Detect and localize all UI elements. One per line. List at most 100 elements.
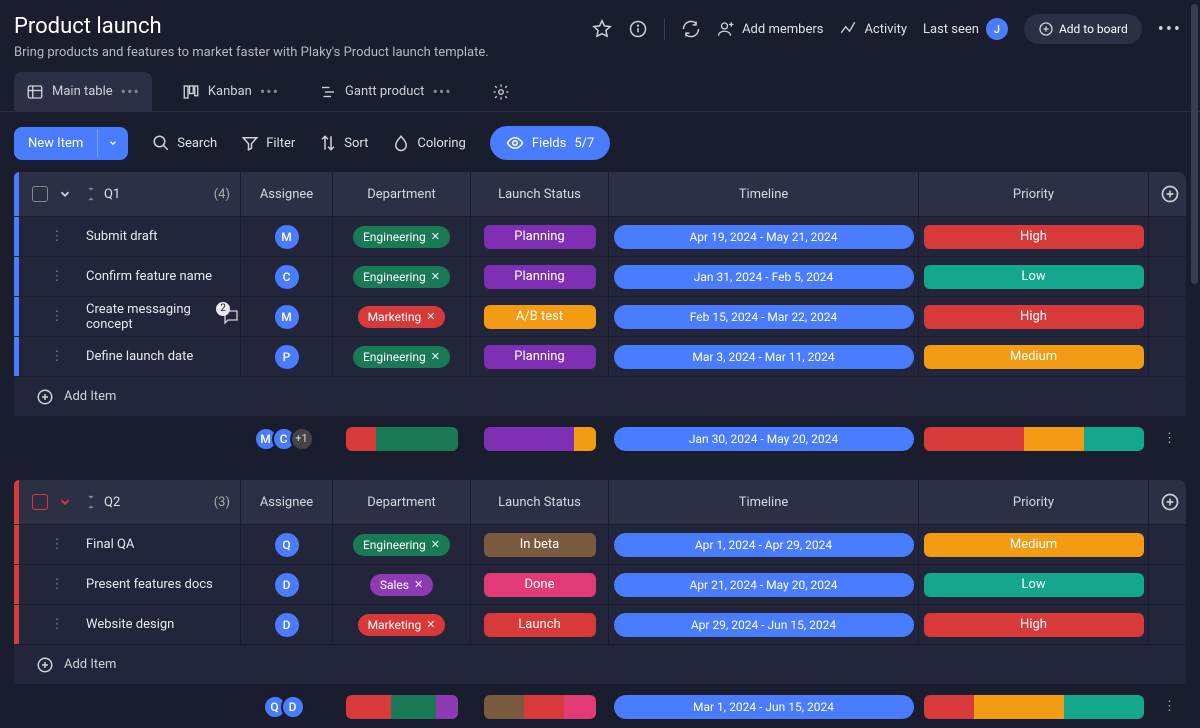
last-seen[interactable]: Last seen J [923, 18, 1008, 40]
status-pill[interactable]: Planning [484, 225, 596, 249]
priority-summary-bar[interactable] [924, 427, 1144, 451]
checkbox[interactable] [32, 186, 48, 202]
col-header-priority[interactable]: Priority [918, 172, 1148, 216]
fields-button[interactable]: Fields 5/7 [490, 126, 610, 160]
remove-tag-icon[interactable]: ✕ [431, 270, 440, 283]
priority-pill[interactable]: Low [924, 265, 1144, 289]
item-name[interactable]: Present features docs [86, 577, 213, 592]
view-tab-menu[interactable]: ••• [260, 82, 279, 101]
info-icon[interactable] [628, 19, 648, 39]
table-row[interactable]: ⋮ Confirm feature name C Engineering ✕ P… [14, 256, 1186, 296]
table-row[interactable]: ⋮ Submit draft M Engineering ✕ Planning … [14, 216, 1186, 256]
priority-pill[interactable]: Low [924, 573, 1144, 597]
item-name[interactable]: Website design [86, 617, 174, 632]
sort-button[interactable]: Sort [319, 134, 368, 152]
timeline-pill[interactable]: Apr 29, 2024 - Jun 15, 2024 [614, 613, 914, 637]
coloring-button[interactable]: Coloring [392, 134, 466, 152]
department-tag[interactable]: Sales ✕ [370, 574, 433, 596]
assignee-avatar[interactable]: C [275, 265, 299, 289]
timeline-summary-pill[interactable]: Mar 1, 2024 - Jun 15, 2024 [614, 695, 914, 719]
group-name[interactable]: Q1 [104, 187, 120, 202]
add-column-icon[interactable] [1160, 492, 1180, 512]
remove-tag-icon[interactable]: ✕ [431, 350, 440, 363]
comment-badge[interactable]: 2 [222, 308, 240, 326]
table-row[interactable]: ⋮ Present features docs D Sales ✕ Done A… [14, 564, 1186, 604]
col-header-launch-status[interactable]: Launch Status [470, 172, 608, 216]
item-name[interactable]: Define launch date [86, 349, 193, 364]
item-name[interactable]: Create messaging concept [86, 302, 214, 332]
timeline-pill[interactable]: Mar 3, 2024 - Mar 11, 2024 [614, 345, 914, 369]
priority-summary-bar[interactable] [924, 695, 1144, 719]
department-tag[interactable]: Engineering ✕ [353, 534, 450, 556]
new-item-button[interactable]: New Item [14, 127, 128, 160]
assignee-avatar[interactable]: M [275, 225, 299, 249]
row-menu-icon[interactable]: ⋮ [51, 617, 64, 632]
item-name[interactable]: Final QA [86, 537, 134, 552]
search-button[interactable]: Search [152, 134, 217, 152]
assignee-avatar[interactable]: D [275, 573, 299, 597]
add-to-board-button[interactable]: Add to board [1024, 14, 1142, 44]
view-settings-icon[interactable] [492, 83, 510, 101]
col-header-assignee[interactable]: Assignee [240, 172, 332, 216]
remove-tag-icon[interactable]: ✕ [414, 578, 423, 591]
view-tab-kanban[interactable]: Kanban ••• [172, 72, 289, 111]
summary-menu-icon[interactable]: ⋮ [1148, 431, 1186, 446]
more-icon[interactable]: ••• [1158, 19, 1182, 40]
priority-pill[interactable]: High [924, 225, 1144, 249]
assignee-avatar[interactable]: Q [275, 533, 299, 557]
star-icon[interactable] [592, 19, 612, 39]
timeline-summary-pill[interactable]: Jan 30, 2024 - May 20, 2024 [614, 427, 914, 451]
department-tag[interactable]: Marketing ✕ [358, 614, 446, 636]
status-pill[interactable]: Done [484, 573, 596, 597]
chevron-down-icon[interactable] [58, 495, 72, 509]
table-row[interactable]: ⋮ Website design D Marketing ✕ Launch Ap… [14, 604, 1186, 644]
col-header-department[interactable]: Department [332, 172, 470, 216]
item-name[interactable]: Confirm feature name [86, 269, 212, 284]
col-header-timeline[interactable]: Timeline [608, 172, 918, 216]
remove-tag-icon[interactable]: ✕ [431, 230, 440, 243]
avatar-overflow[interactable]: +1 [290, 427, 314, 451]
drag-handle-icon[interactable] [86, 187, 96, 201]
add-item-row[interactable]: Add Item [14, 376, 1186, 416]
table-row[interactable]: ⋮ Final QA Q Engineering ✕ In beta Apr 1… [14, 524, 1186, 564]
col-header-priority[interactable]: Priority [918, 480, 1148, 524]
refresh-icon[interactable] [681, 19, 701, 39]
drag-handle-icon[interactable] [86, 495, 96, 509]
status-pill[interactable]: A/B test [484, 305, 596, 329]
priority-pill[interactable]: Medium [924, 533, 1144, 557]
department-summary-bar[interactable] [346, 695, 458, 719]
col-header-timeline[interactable]: Timeline [608, 480, 918, 524]
priority-pill[interactable]: High [924, 613, 1144, 637]
row-menu-icon[interactable]: ⋮ [51, 229, 64, 244]
department-tag[interactable]: Marketing ✕ [358, 306, 446, 328]
col-header-launch-status[interactable]: Launch Status [470, 480, 608, 524]
add-members-button[interactable]: Add members [717, 20, 823, 38]
remove-tag-icon[interactable]: ✕ [426, 618, 435, 631]
department-tag[interactable]: Engineering ✕ [353, 266, 450, 288]
timeline-pill[interactable]: Jan 31, 2024 - Feb 5, 2024 [614, 265, 914, 289]
department-summary-bar[interactable] [346, 427, 458, 451]
timeline-pill[interactable]: Apr 1, 2024 - Apr 29, 2024 [614, 533, 914, 557]
row-menu-icon[interactable]: ⋮ [51, 577, 64, 592]
table-row[interactable]: ⋮ Create messaging concept 2 M Marketing… [14, 296, 1186, 336]
department-tag[interactable]: Engineering ✕ [353, 226, 450, 248]
view-tab-main-table[interactable]: Main table ••• [14, 72, 152, 111]
assignee-avatar[interactable]: M [275, 305, 299, 329]
activity-button[interactable]: Activity [839, 20, 907, 38]
add-column-icon[interactable] [1160, 184, 1180, 204]
priority-pill[interactable]: Medium [924, 345, 1144, 369]
timeline-pill[interactable]: Feb 15, 2024 - Mar 22, 2024 [614, 305, 914, 329]
row-menu-icon[interactable]: ⋮ [51, 349, 64, 364]
col-header-department[interactable]: Department [332, 480, 470, 524]
assignee-avatar[interactable]: D [275, 613, 299, 637]
group-name[interactable]: Q2 [104, 495, 120, 510]
row-menu-icon[interactable]: ⋮ [51, 537, 64, 552]
row-menu-icon[interactable]: ⋮ [51, 309, 64, 324]
timeline-pill[interactable]: Apr 19, 2024 - May 21, 2024 [614, 225, 914, 249]
priority-pill[interactable]: High [924, 305, 1144, 329]
status-pill[interactable]: Launch [484, 613, 596, 637]
status-pill[interactable]: Planning [484, 265, 596, 289]
scrollbar[interactable] [1191, 4, 1198, 284]
view-tab-gantt[interactable]: Gantt product ••• [309, 72, 462, 111]
summary-menu-icon[interactable]: ⋮ [1148, 699, 1186, 714]
